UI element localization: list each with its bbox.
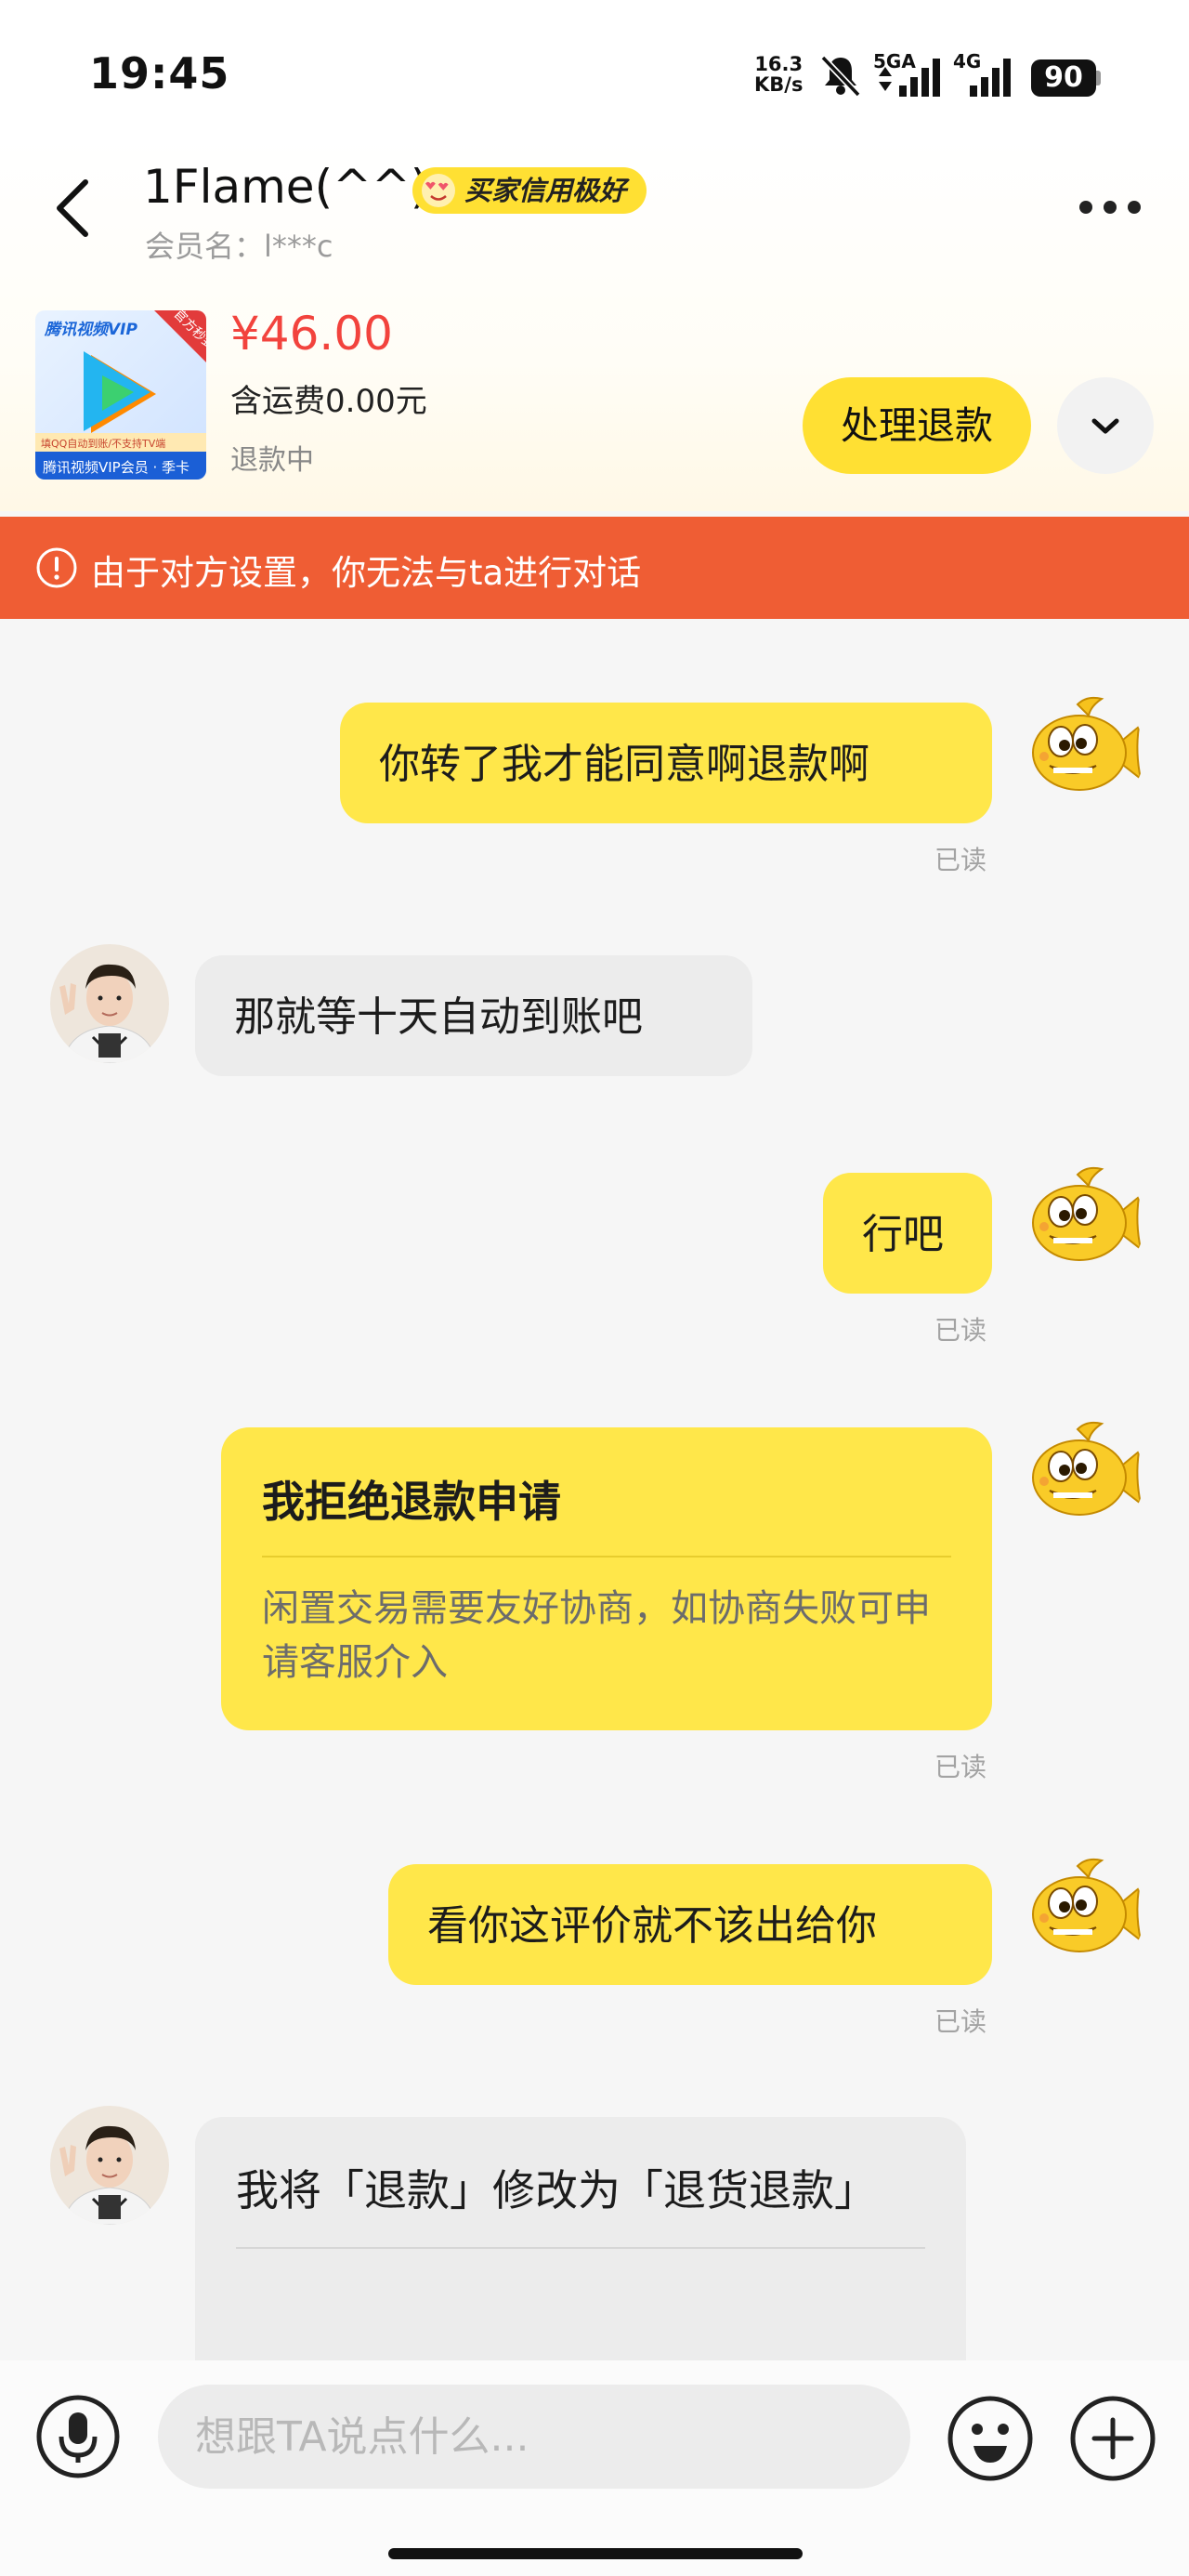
- heart-eyes-face-icon: [422, 174, 455, 207]
- card-title: 我拒绝退款申请: [262, 1477, 561, 1527]
- net-speed-value: 16.3: [754, 53, 804, 75]
- read-receipt: 已读: [934, 1752, 987, 1782]
- message-text: 你转了我才能同意啊退款啊: [379, 741, 869, 788]
- net-speed: 16.3 KB/s: [754, 54, 803, 95]
- warning-text: 由于对方设置，你无法与ta进行对话: [91, 553, 642, 593]
- refund-status: 退款中: [230, 444, 314, 477]
- message-bubble-outgoing[interactable]: 看你这评价就不该出给你: [388, 1864, 992, 1985]
- message-bubble-outgoing[interactable]: 你转了我才能同意啊退款啊: [340, 703, 992, 823]
- expand-button[interactable]: [1057, 377, 1154, 474]
- status-bar: 19:45 16.3 KB/s 5GA 4G 90: [0, 0, 1189, 139]
- exclamation-circle-icon: [36, 547, 77, 588]
- shipping-fee: 含运费0.00元: [230, 383, 427, 420]
- card-title: 我将「退款」修改为「退货退款」: [236, 2165, 877, 2215]
- message-text: 那就等十天自动到账吧: [234, 993, 643, 1041]
- card-body: 闲置交易需要友好协商，如协商失败可申请客服介入: [262, 1587, 931, 1684]
- battery-indicator: 90: [1031, 59, 1096, 97]
- tencent-video-vip-image: 官方秒到 腾讯视频VIP 填QQ自动到账/不支持TV端 腾讯视频VIP会员 · …: [35, 310, 206, 480]
- read-receipt: 已读: [934, 2006, 987, 2037]
- credit-badge: 买家信用极好: [412, 167, 647, 214]
- message-text: 行吧: [862, 1211, 944, 1258]
- plus-icon[interactable]: [1068, 2394, 1157, 2483]
- card-divider: [262, 1556, 951, 1557]
- back-arrow-icon[interactable]: [48, 175, 97, 242]
- battery-tip: [1096, 71, 1101, 85]
- my-avatar-fish-icon[interactable]: [1026, 1418, 1144, 1537]
- chevron-down-icon: [1091, 418, 1119, 434]
- refund-rejection-card[interactable]: 我拒绝退款申请 闲置交易需要友好协商，如协商失败可申请客服介入: [221, 1427, 992, 1730]
- clock: 19:45: [89, 48, 230, 99]
- handle-refund-button[interactable]: 处理退款: [803, 377, 1031, 474]
- member-name: 会员名：l***c: [145, 229, 333, 264]
- read-receipt: 已读: [934, 1315, 987, 1346]
- my-avatar-fish-icon[interactable]: [1026, 693, 1144, 812]
- message-text: 看你这评价就不该出给你: [427, 1902, 877, 1950]
- home-indicator[interactable]: [388, 2548, 803, 2559]
- product-thumbnail[interactable]: 官方秒到 腾讯视频VIP 填QQ自动到账/不支持TV端 腾讯视频VIP会员 · …: [35, 310, 206, 480]
- more-options-icon[interactable]: [1078, 197, 1143, 217]
- thumb-note-label: 填QQ自动到账/不支持TV端: [41, 437, 165, 450]
- thumb-brand-label: 腾讯视频VIP: [44, 321, 137, 339]
- emoji-icon[interactable]: [946, 2394, 1035, 2483]
- signal-4g-icon: [970, 59, 1011, 97]
- contact-avatar[interactable]: [50, 2106, 169, 2225]
- message-bubble-outgoing[interactable]: 行吧: [823, 1173, 992, 1294]
- read-receipt: 已读: [934, 845, 987, 875]
- contact-avatar[interactable]: [50, 944, 169, 1063]
- product-price: ¥46.00: [230, 307, 393, 361]
- my-avatar-fish-icon[interactable]: [1026, 1163, 1144, 1282]
- refund-change-card[interactable]: 我将「退款」修改为「退货退款」: [195, 2117, 966, 2386]
- net-speed-unit: KB/s: [754, 73, 804, 96]
- data-arrows-icon: [879, 67, 892, 91]
- credit-badge-label: 买家信用极好: [464, 175, 627, 206]
- card-divider: [236, 2247, 925, 2249]
- microphone-icon[interactable]: [35, 2394, 121, 2479]
- message-bubble-incoming[interactable]: 那就等十天自动到账吧: [195, 955, 752, 1076]
- mute-icon: [820, 55, 861, 98]
- my-avatar-fish-icon[interactable]: [1026, 1855, 1144, 1974]
- signal-5g-icon: [899, 59, 940, 97]
- message-input[interactable]: [158, 2385, 910, 2489]
- thumb-caption-label: 腾讯视频VIP会员 · 季卡: [43, 459, 189, 476]
- contact-name[interactable]: 1Flame(^^): [143, 160, 428, 214]
